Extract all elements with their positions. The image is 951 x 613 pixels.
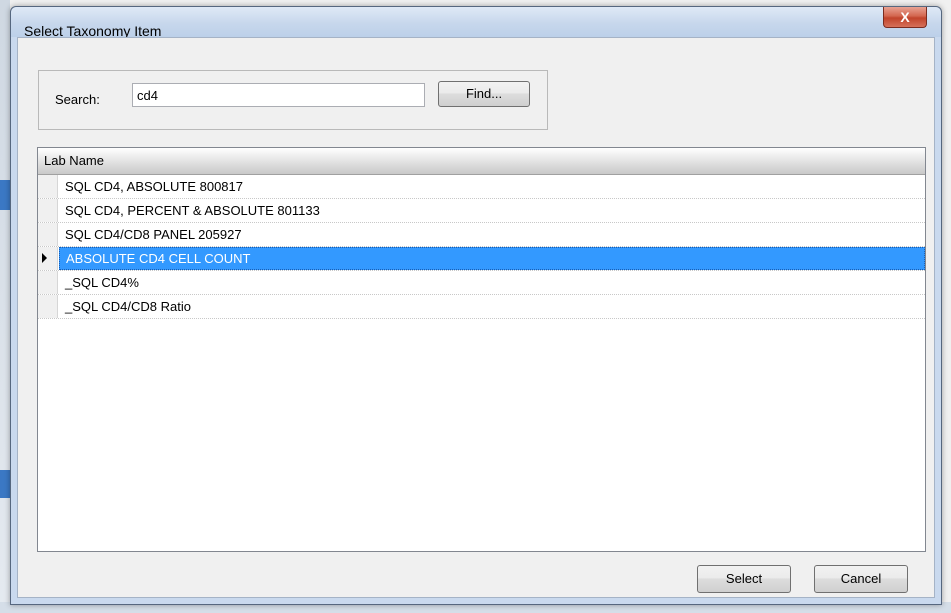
search-label: Search: xyxy=(55,92,100,107)
grid-rows: SQL CD4, ABSOLUTE 800817 SQL CD4, PERCEN… xyxy=(38,175,925,319)
cancel-button[interactable]: Cancel xyxy=(814,565,908,593)
select-button[interactable]: Select xyxy=(697,565,791,593)
background-app-edge xyxy=(0,0,10,613)
row-header[interactable] xyxy=(38,175,58,198)
search-group: Search: Find... xyxy=(38,70,548,130)
row-header[interactable] xyxy=(38,199,58,222)
column-header-lab-name[interactable]: Lab Name xyxy=(38,148,925,175)
lab-name-grid: Lab Name SQL CD4, ABSOLUTE 800817 SQL CD… xyxy=(37,147,926,552)
find-button[interactable]: Find... xyxy=(438,81,530,107)
title-bar[interactable]: Select Taxonomy Item X xyxy=(11,7,941,39)
lab-name-cell[interactable]: ABSOLUTE CD4 CELL COUNT xyxy=(59,247,925,270)
lab-name-cell[interactable]: SQL CD4/CD8 PANEL 205927 xyxy=(64,223,925,247)
table-row[interactable]: SQL CD4/CD8 PANEL 205927 xyxy=(38,223,925,247)
row-header[interactable] xyxy=(38,223,58,246)
lab-name-cell[interactable]: _SQL CD4% xyxy=(64,271,925,295)
search-input[interactable] xyxy=(132,83,425,107)
table-row[interactable]: _SQL CD4% xyxy=(38,271,925,295)
close-icon: X xyxy=(900,9,910,25)
lab-name-cell[interactable]: SQL CD4, ABSOLUTE 800817 xyxy=(64,175,925,199)
row-header[interactable] xyxy=(38,295,58,318)
row-header[interactable] xyxy=(38,247,58,270)
table-row[interactable]: _SQL CD4/CD8 Ratio xyxy=(38,295,925,319)
lab-name-cell[interactable]: SQL CD4, PERCENT & ABSOLUTE 801133 xyxy=(64,199,925,223)
background-app-marker xyxy=(0,180,10,210)
table-row-selected[interactable]: ABSOLUTE CD4 CELL COUNT xyxy=(38,247,925,271)
table-row[interactable]: SQL CD4, ABSOLUTE 800817 xyxy=(38,175,925,199)
select-taxonomy-dialog: Select Taxonomy Item X Search: Find... L… xyxy=(10,6,942,605)
current-row-pointer-icon xyxy=(42,253,47,263)
background-app-marker xyxy=(0,470,10,498)
table-row[interactable]: SQL CD4, PERCENT & ABSOLUTE 801133 xyxy=(38,199,925,223)
dialog-client-area: Search: Find... Lab Name SQL CD4, ABSOLU… xyxy=(17,37,935,598)
lab-name-cell[interactable]: _SQL CD4/CD8 Ratio xyxy=(64,295,925,319)
close-button[interactable]: X xyxy=(883,7,927,28)
row-header[interactable] xyxy=(38,271,58,294)
